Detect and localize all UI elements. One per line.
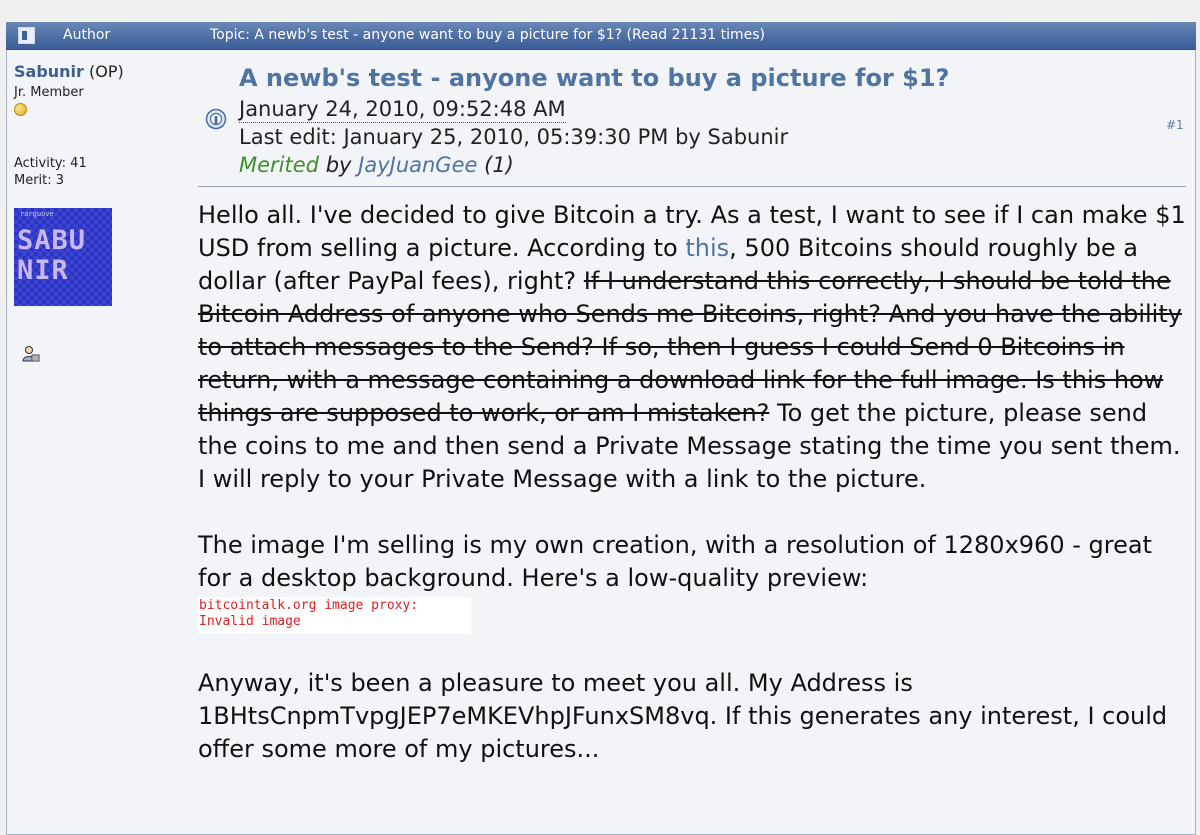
proxy-line-2: Invalid image <box>199 614 301 629</box>
this-link[interactable]: this <box>685 234 729 262</box>
op-tag: (OP) <box>89 62 124 81</box>
author-column-header: Author <box>63 27 111 43</box>
post-date: January 24, 2010, 09:52:48 AM <box>239 97 566 123</box>
header-bar: Author Topic: A newb's test - anyone wan… <box>6 22 1196 50</box>
merited-by: by <box>325 153 352 177</box>
merited-count: (1) <box>484 153 514 177</box>
avatar: rarguove SABU NIR <box>14 208 112 306</box>
topic-header: Topic: A newb's test - anyone want to bu… <box>210 27 765 43</box>
user-merit: Merit: 3 <box>14 173 65 188</box>
post-paragraph-3: Anyway, it's been a pleasure to meet you… <box>198 669 1168 763</box>
username-link[interactable]: Sabunir <box>14 62 84 81</box>
avatar-text: SABU NIR <box>17 225 87 286</box>
topic-icon <box>205 108 227 130</box>
merited-line: Merited by JayJuanGee (1) <box>239 153 514 177</box>
merited-user-link[interactable]: JayJuanGee <box>358 153 477 177</box>
post-paragraph-1: Hello all. I've decided to give Bitcoin … <box>198 199 1188 496</box>
post-title-link[interactable]: A newb's test - anyone want to buy a pic… <box>239 64 949 92</box>
merited-label: Merited <box>239 153 319 177</box>
post-paragraph-2: The image I'm selling is my own creation… <box>198 531 1152 592</box>
user-rank: Jr. Member <box>14 85 84 100</box>
post-divider <box>198 186 1186 187</box>
user-activity: Activity: 41 <box>14 156 87 171</box>
view-profile-icon[interactable] <box>22 345 40 363</box>
rank-star-icon <box>14 103 27 116</box>
topic-page-icon[interactable] <box>18 27 35 44</box>
post-body: Hello all. I've decided to give Bitcoin … <box>198 199 1188 766</box>
image-proxy-error: bitcointalk.org image proxy: Invalid ima… <box>198 597 471 634</box>
proxy-line-1: bitcointalk.org image proxy: <box>199 598 419 613</box>
last-edit: Last edit: January 25, 2010, 05:39:30 PM… <box>239 125 789 149</box>
user-sidebar: Sabunir (OP) Jr. Member Activity: 41 Mer… <box>14 62 184 188</box>
post-number-link[interactable]: #1 <box>1166 118 1184 132</box>
avatar-small-text: rarguove <box>20 210 54 218</box>
